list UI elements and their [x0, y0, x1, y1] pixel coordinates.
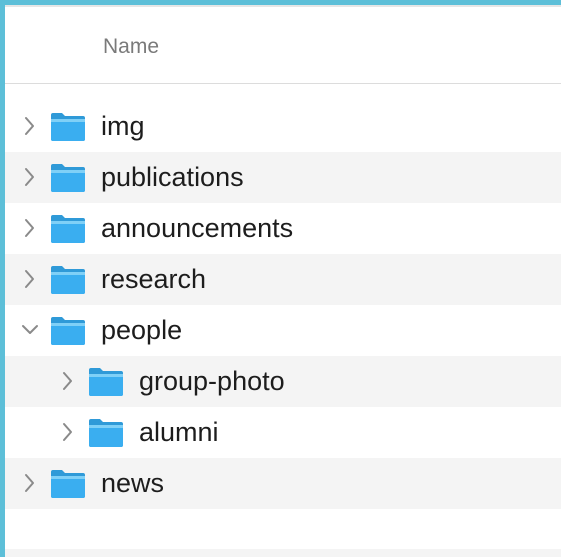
file-browser-window: Name img publications announcements researc…: [0, 0, 561, 557]
file-list: img publications announcements research peop…: [5, 101, 561, 509]
folder-icon: [87, 365, 125, 398]
empty-row: [5, 549, 561, 557]
folder-icon: [49, 314, 87, 347]
folder-row[interactable]: announcements: [5, 203, 561, 254]
chevron-down-icon[interactable]: [21, 320, 39, 340]
column-header[interactable]: Name: [5, 7, 561, 84]
folder-icon: [49, 212, 87, 245]
folder-row[interactable]: img: [5, 101, 561, 152]
chevron-right-icon[interactable]: [21, 473, 39, 493]
folder-icon: [49, 161, 87, 194]
folder-name: group-photo: [139, 366, 285, 396]
folder-row[interactable]: group-photo: [5, 356, 561, 407]
folder-row[interactable]: publications: [5, 152, 561, 203]
chevron-right-icon[interactable]: [21, 269, 39, 289]
folder-row[interactable]: alumni: [5, 407, 561, 458]
folder-icon: [49, 263, 87, 296]
chevron-right-icon[interactable]: [59, 371, 77, 391]
chevron-right-icon[interactable]: [21, 116, 39, 136]
folder-name: alumni: [139, 417, 219, 447]
chevron-right-icon[interactable]: [59, 422, 77, 442]
folder-name: publications: [101, 162, 244, 192]
chevron-right-icon[interactable]: [21, 218, 39, 238]
folder-name: people: [101, 315, 183, 345]
chevron-right-icon[interactable]: [21, 167, 39, 187]
folder-row[interactable]: news: [5, 458, 561, 509]
folder-name: research: [101, 264, 207, 294]
folder-icon: [49, 467, 87, 500]
folder-name: news: [101, 468, 165, 498]
folder-row[interactable]: people: [5, 305, 561, 356]
folder-name: img: [101, 111, 145, 141]
folder-row[interactable]: research: [5, 254, 561, 305]
folder-icon: [87, 416, 125, 449]
name-column-label: Name: [103, 35, 160, 58]
folder-icon: [49, 110, 87, 143]
folder-name: announcements: [101, 213, 294, 243]
